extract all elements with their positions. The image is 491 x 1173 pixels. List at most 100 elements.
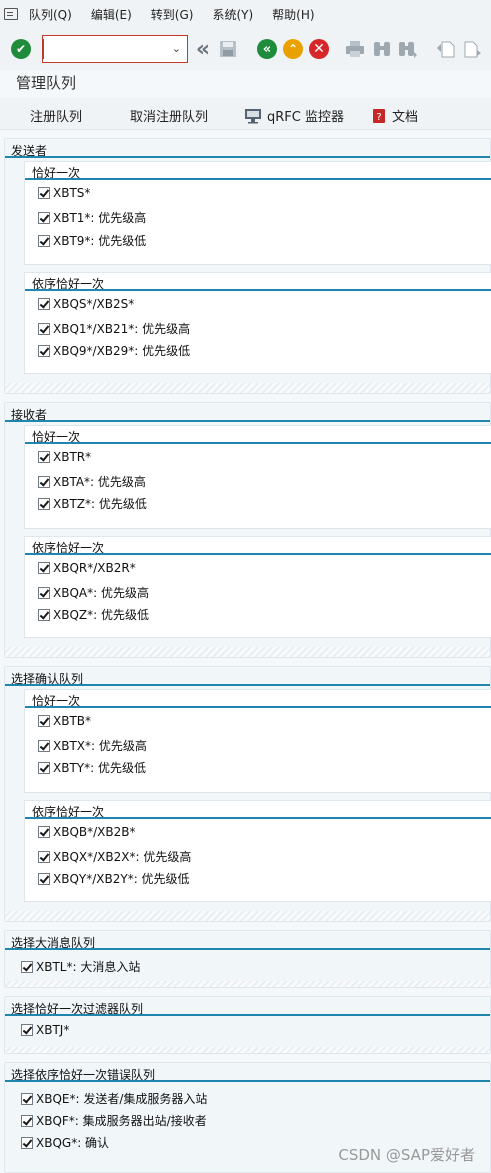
help-book-icon: ?	[373, 108, 385, 123]
checkbox-xbqe[interactable]: XBQE*: 发送者/集成服务器入站	[21, 1090, 207, 1107]
checkbox-checked-icon[interactable]	[38, 826, 50, 838]
subgroup-divider	[25, 289, 491, 291]
command-cursor	[42, 39, 45, 59]
subgroup-ack-eo: 恰好一次 XBTB* XBTX*: 优先级高 XBTY*: 优先级低	[24, 689, 491, 793]
subgroup-ack-eoio: 依序恰好一次 XBQB*/XB2B* XBQX*/XB2X*: 优先级高 XBQ…	[24, 800, 491, 902]
checkbox-checked-icon[interactable]	[38, 322, 50, 335]
group-receiver: 接收者 恰好一次 XBTR* XBTA*: 优先级高 XBTZ*: 优先级低 依…	[4, 402, 491, 658]
checkbox-xbq9[interactable]: XBQ9*/XB29*: 优先级低	[38, 342, 190, 359]
checkbox-checked-icon[interactable]	[38, 586, 50, 599]
menu-edit[interactable]: 编辑(E)	[91, 6, 132, 23]
checkbox-label: XBQF*: 集成服务器出站/接收者	[36, 1114, 207, 1128]
checkbox-checked-icon[interactable]	[38, 715, 50, 727]
checkbox-xbtx[interactable]: XBTX*: 优先级高	[38, 737, 147, 754]
group-footer-pattern	[5, 911, 490, 921]
group-acknowledgement: 选择确认队列 恰好一次 XBTB* XBTX*: 优先级高 XBTY*: 优先级…	[4, 666, 491, 922]
chevron-down-icon[interactable]: ⌄	[172, 42, 181, 55]
checkbox-checked-icon[interactable]	[21, 1024, 33, 1036]
checkbox-xbt1[interactable]: XBT1*: 优先级高	[38, 209, 146, 226]
checkbox-checked-icon[interactable]	[38, 234, 50, 247]
checkbox-checked-icon[interactable]	[38, 497, 50, 510]
checkbox-xbtr[interactable]: XBTR*	[38, 450, 91, 464]
checkbox-checked-icon[interactable]	[38, 211, 50, 224]
checkbox-xbqb[interactable]: XBQB*/XB2B*	[38, 825, 136, 839]
check-icon[interactable]: ✔	[11, 39, 31, 59]
checkbox-xbqr[interactable]: XBQR*/XB2R*	[38, 561, 136, 575]
checkbox-xbqy[interactable]: XBQY*/XB2Y*: 优先级低	[38, 870, 190, 887]
checkbox-checked-icon[interactable]	[38, 872, 50, 885]
checkbox-xbq1[interactable]: XBQ1*/XB21*: 优先级高	[38, 320, 190, 337]
checkbox-checked-icon[interactable]	[38, 451, 50, 463]
group-large-message: 选择大消息队列 XBTL*: 大消息入站	[4, 930, 491, 988]
checkbox-checked-icon[interactable]	[38, 344, 50, 357]
checkbox-checked-icon[interactable]	[38, 608, 50, 621]
checkbox-xbqs[interactable]: XBQS*/XB2S*	[38, 297, 134, 311]
exit-icon[interactable]: ⌃	[283, 39, 303, 59]
checkbox-checked-icon[interactable]	[38, 562, 50, 574]
print-icon[interactable]	[345, 40, 365, 58]
menu-system[interactable]: 系统(Y)	[212, 6, 253, 23]
checkbox-checked-icon[interactable]	[38, 187, 50, 199]
save-icon[interactable]	[219, 40, 237, 58]
menu-icon[interactable]	[4, 8, 18, 20]
documentation-button[interactable]: ? 文档	[372, 106, 418, 125]
checkbox-checked-icon[interactable]	[21, 1092, 33, 1105]
register-queues-button[interactable]: 注册队列	[30, 106, 82, 125]
checkbox-label: XBQB*/XB2B*	[53, 825, 136, 839]
checkbox-label: XBTJ*	[36, 1023, 70, 1037]
checkbox-checked-icon[interactable]	[38, 739, 50, 752]
documentation-label: 文档	[392, 110, 419, 125]
group-sender-divider	[5, 156, 490, 158]
group-footer-pattern	[5, 647, 490, 657]
checkbox-checked-icon[interactable]	[21, 1136, 33, 1149]
checkbox-xbqz[interactable]: XBQZ*: 优先级低	[38, 606, 149, 623]
checkbox-label: XBQA*: 优先级高	[53, 586, 149, 600]
checkbox-checked-icon[interactable]	[38, 850, 50, 863]
subgroup-receiver-eo: 恰好一次 XBTR* XBTA*: 优先级高 XBTZ*: 优先级低	[24, 425, 491, 529]
group-filter-divider	[5, 1014, 490, 1016]
command-input[interactable]	[48, 40, 166, 58]
find-next-icon[interactable]	[398, 40, 418, 58]
checkbox-xbqa[interactable]: XBQA*: 优先级高	[38, 584, 149, 601]
back-icon[interactable]: «	[193, 37, 213, 62]
checkbox-checked-icon[interactable]	[21, 960, 33, 973]
qrfc-monitor-label: qRFC 监控器	[267, 110, 344, 125]
find-icon[interactable]	[372, 40, 392, 58]
application-toolbar: 注册队列 取消注册队列 qRFC 监控器 ? 文档	[0, 98, 491, 130]
checkbox-label: XBTR*	[53, 450, 92, 464]
checkbox-label: XBTB*	[53, 714, 92, 728]
checkbox-checked-icon[interactable]	[38, 761, 50, 774]
nav-back-icon[interactable]: «	[257, 39, 277, 59]
menu-help[interactable]: 帮助(H)	[272, 6, 314, 23]
next-page-icon[interactable]	[462, 40, 482, 58]
menu-queue[interactable]: 队列(Q)	[29, 6, 72, 23]
menu-goto[interactable]: 转到(G)	[151, 6, 194, 23]
checkbox-xbts[interactable]: XBTS*	[38, 186, 90, 200]
checkbox-xbqg[interactable]: XBQG*: 确认	[21, 1134, 109, 1151]
checkbox-checked-icon[interactable]	[21, 1114, 33, 1127]
subgroup-divider	[25, 817, 491, 819]
qrfc-monitor-button[interactable]: qRFC 监控器	[244, 106, 344, 125]
checkbox-label: XBQZ*: 优先级低	[53, 608, 149, 622]
checkbox-checked-icon[interactable]	[38, 298, 50, 310]
checkbox-label: XBT9*: 优先级低	[53, 234, 147, 248]
cancel-icon[interactable]: ✕	[309, 39, 329, 59]
subgroup-sender-eoio: 依序恰好一次 XBQS*/XB2S* XBQ1*/XB21*: 优先级高 XBQ…	[24, 272, 491, 374]
checkbox-xbta[interactable]: XBTA*: 优先级高	[38, 473, 146, 490]
group-footer-pattern	[5, 383, 490, 393]
checkbox-xbty[interactable]: XBTY*: 优先级低	[38, 759, 146, 776]
checkbox-xbt9[interactable]: XBT9*: 优先级低	[38, 232, 146, 249]
checkbox-label: XBQS*/XB2S*	[53, 297, 135, 311]
checkbox-xbtj[interactable]: XBTJ*	[21, 1023, 69, 1037]
checkbox-xbtl[interactable]: XBTL*: 大消息入站	[21, 958, 140, 975]
checkbox-xbqf[interactable]: XBQF*: 集成服务器出站/接收者	[21, 1112, 207, 1129]
checkbox-xbqx[interactable]: XBQX*/XB2X*: 优先级高	[38, 848, 191, 865]
checkbox-label: XBQ9*/XB29*: 优先级低	[53, 344, 191, 358]
checkbox-xbtz[interactable]: XBTZ*: 优先级低	[38, 495, 147, 512]
checkbox-xbtb[interactable]: XBTB*	[38, 714, 91, 728]
deregister-queues-button[interactable]: 取消注册队列	[130, 106, 208, 125]
command-field[interactable]: ⌄	[42, 35, 188, 63]
checkbox-label: XBTA*: 优先级高	[53, 475, 146, 489]
first-page-icon[interactable]	[436, 40, 456, 58]
checkbox-checked-icon[interactable]	[38, 475, 50, 488]
